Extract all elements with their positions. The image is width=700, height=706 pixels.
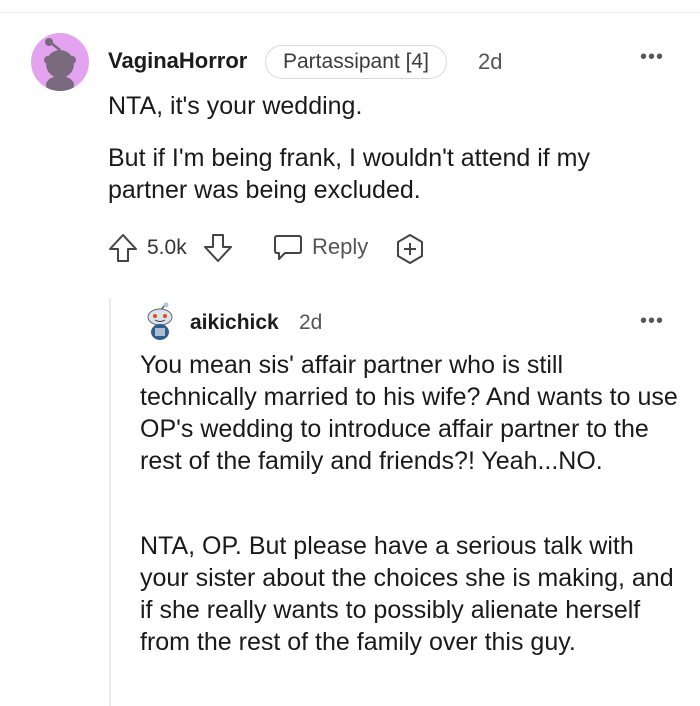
- more-options-button[interactable]: •••: [640, 46, 664, 69]
- comment-paragraph-1: NTA, it's your wedding.: [108, 92, 363, 120]
- downvote-button[interactable]: [202, 232, 234, 264]
- comment-username[interactable]: VaginaHorror: [108, 48, 247, 74]
- reply-timestamp: 2d: [299, 311, 323, 334]
- reply-button[interactable]: Reply: [272, 231, 368, 263]
- comment-paragraph-2: But if I'm being frank, I wouldn't atten…: [108, 144, 590, 204]
- thread-line[interactable]: [109, 298, 111, 706]
- reply-paragraph-2: NTA, OP. But please have a serious talk …: [140, 532, 674, 656]
- top-divider: [0, 12, 700, 13]
- user-flair-badge: Partassipant [4]: [265, 45, 447, 79]
- reply-more-options-button[interactable]: •••: [640, 310, 664, 333]
- reply-paragraph-1: You mean sis' affair partner who is stil…: [140, 351, 678, 475]
- reply-username[interactable]: aikichick: [190, 311, 279, 335]
- vote-score: 5.0k: [147, 236, 187, 259]
- upvote-button[interactable]: [107, 232, 139, 264]
- snoo-silhouette-icon: [44, 38, 76, 91]
- award-plus-icon: [397, 234, 423, 264]
- upvote-arrow-icon: [109, 234, 137, 262]
- reply-label: Reply: [312, 234, 369, 259]
- comment-timestamp: 2d: [478, 49, 503, 74]
- downvote-arrow-icon: [204, 234, 232, 262]
- snoo-avatar-icon: [147, 302, 173, 340]
- speech-bubble-icon: [274, 235, 302, 260]
- award-button[interactable]: [394, 233, 426, 265]
- reply-user-avatar[interactable]: [143, 302, 177, 342]
- user-avatar[interactable]: [31, 33, 89, 91]
